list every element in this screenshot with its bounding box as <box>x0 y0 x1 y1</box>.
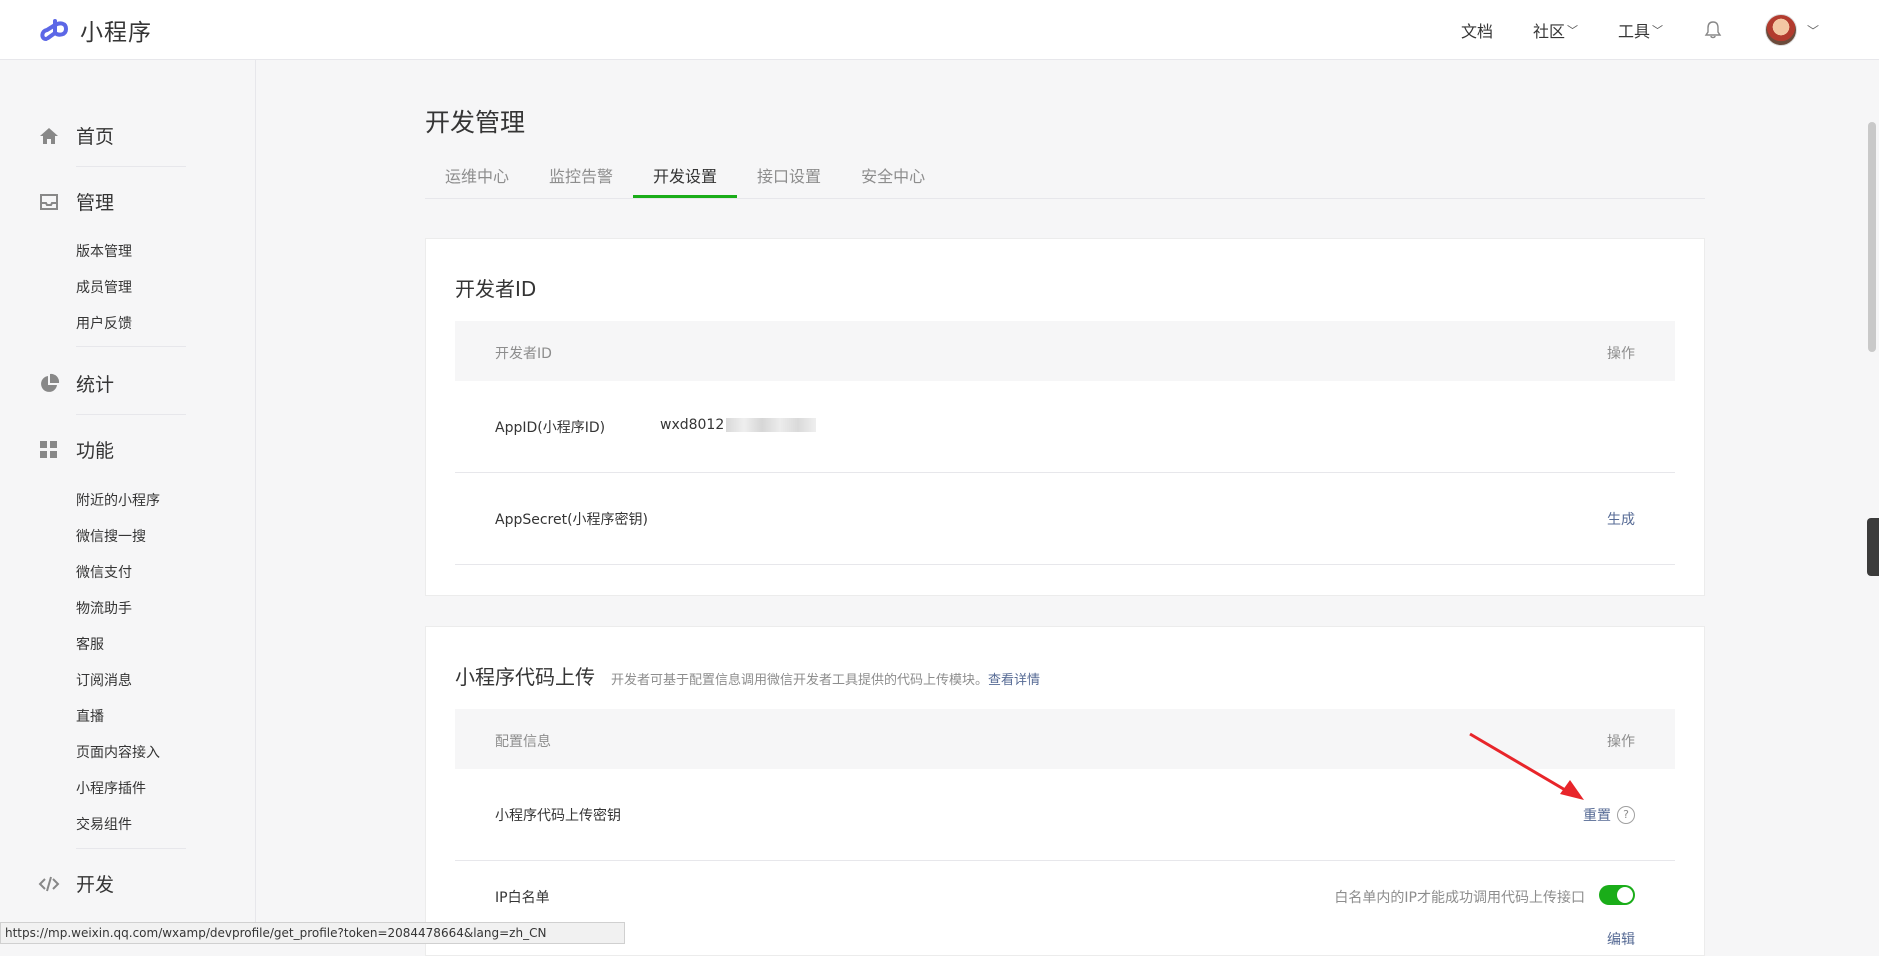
top-nav: 文档 社区 ﹀ 工具 ﹀ ﹀ <box>1461 0 1879 60</box>
app-name: 小程序 <box>80 20 152 46</box>
chevron-down-icon[interactable]: ﹀ <box>1807 22 1819 39</box>
card-title: 小程序代码上传 <box>455 665 595 689</box>
tab-bar: 运维中心 监控告警 开发设置 接口设置 安全中心 <box>425 158 1705 199</box>
tab-dev-settings[interactable]: 开发设置 <box>633 158 738 198</box>
tab-security[interactable]: 安全中心 <box>841 158 945 198</box>
card-title-row: 小程序代码上传 开发者可基于配置信息调用微信开发者工具提供的代码上传模块。查看详… <box>455 661 1040 690</box>
sidebar-item-label: 开发 <box>76 874 115 896</box>
top-bar: 小程序 文档 社区 ﹀ 工具 ﹀ ﹀ <box>0 0 1879 60</box>
sidebar-item-pay[interactable]: 微信支付 <box>76 562 132 582</box>
table-header: 开发者ID 操作 <box>455 321 1675 381</box>
appid-text: wxd8012 <box>660 417 725 433</box>
sidebar-item-service[interactable]: 客服 <box>76 634 104 654</box>
divider <box>76 166 186 167</box>
chevron-down-icon: ﹀ <box>1566 24 1578 37</box>
tab-monitor[interactable]: 监控告警 <box>529 158 633 198</box>
page-title: 开发管理 <box>425 108 526 137</box>
sidebar-item-versions[interactable]: 版本管理 <box>76 241 132 261</box>
table-row: AppID(小程序ID) wxd8012 <box>455 381 1675 473</box>
divider <box>76 848 186 849</box>
appid-label: AppID(小程序ID) <box>495 420 606 436</box>
tab-ops[interactable]: 运维中心 <box>425 158 529 198</box>
appid-value[interactable]: wxd8012 <box>660 417 817 433</box>
sidebar-item-members[interactable]: 成员管理 <box>76 277 132 297</box>
sidebar-item-stats[interactable]: 统计 <box>38 370 114 397</box>
sidebar-item-label: 管理 <box>76 192 115 214</box>
sidebar-item-trade[interactable]: 交易组件 <box>76 814 132 834</box>
ip-whitelist-note: 白名单内的IP才能成功调用代码上传接口 <box>1334 890 1585 906</box>
appsecret-label: AppSecret(小程序密钥) <box>495 512 649 528</box>
card-title: 开发者ID <box>455 277 537 301</box>
chevron-down-icon: ﹀ <box>1651 24 1663 37</box>
sidebar-item-feedback[interactable]: 用户反馈 <box>76 313 132 333</box>
home-icon <box>40 127 58 144</box>
edit-ip-whitelist-link[interactable]: 编辑 <box>1607 929 1635 949</box>
developer-id-card: 开发者ID 开发者ID 操作 AppID(小程序ID) wxd8012 AppS… <box>425 238 1705 596</box>
sidebar-item-search[interactable]: 微信搜一搜 <box>76 526 146 546</box>
sidebar: 首页 管理 版本管理 成员管理 用户反馈 统计 功能 附近的小程序 微信搜一搜 … <box>0 60 256 944</box>
sidebar-item-subscribe[interactable]: 订阅消息 <box>76 670 132 690</box>
sidebar-item-label: 首页 <box>76 126 115 148</box>
table-row: AppSecret(小程序密钥) 生成 <box>455 473 1675 565</box>
sidebar-item-home[interactable]: 首页 <box>38 122 114 149</box>
sidebar-item-dev[interactable]: 开发 <box>38 870 114 897</box>
nav-docs-label: 文档 <box>1460 22 1493 41</box>
card-description: 开发者可基于配置信息调用微信开发者工具提供的代码上传模块。查看详情 <box>611 669 1040 688</box>
column-header: 操作 <box>1607 346 1635 362</box>
sidebar-item-live[interactable]: 直播 <box>76 706 104 726</box>
reset-key-action: 重置 ? <box>1583 805 1635 825</box>
annotation-arrow <box>1469 732 1584 800</box>
details-link[interactable]: 查看详情 <box>988 673 1040 688</box>
bell-icon[interactable] <box>1703 20 1723 40</box>
nav-community-label: 社区 <box>1532 22 1565 41</box>
redacted-block <box>726 418 817 432</box>
sidebar-item-plugins[interactable]: 小程序插件 <box>76 778 146 798</box>
upload-key-label: 小程序代码上传密钥 <box>495 808 621 824</box>
grid-icon <box>40 440 57 458</box>
sidebar-item-nearby[interactable]: 附近的小程序 <box>76 490 160 510</box>
code-icon <box>38 876 60 891</box>
logo[interactable]: 小程序 <box>38 13 152 47</box>
sidebar-item-content[interactable]: 页面内容接入 <box>76 742 160 762</box>
column-header: 操作 <box>1607 734 1635 750</box>
side-panel-handle[interactable] <box>1867 518 1879 576</box>
table-row: IP白名单 白名单内的IP才能成功调用代码上传接口 编辑 <box>455 861 1675 953</box>
scrollbar-thumb[interactable] <box>1868 122 1876 352</box>
column-header: 配置信息 <box>495 734 551 750</box>
sidebar-item-manage[interactable]: 管理 <box>38 188 114 215</box>
ip-whitelist-toggle[interactable] <box>1599 885 1635 905</box>
miniprogram-logo-icon <box>40 19 69 41</box>
generate-secret-link[interactable]: 生成 <box>1607 509 1635 529</box>
pie-chart-icon <box>41 373 60 392</box>
ip-whitelist-label: IP白名单 <box>495 890 550 906</box>
sidebar-item-features[interactable]: 功能 <box>38 436 114 463</box>
nav-docs[interactable]: 文档 <box>1461 18 1493 42</box>
sidebar-item-label: 功能 <box>76 440 115 462</box>
sidebar-item-logistics[interactable]: 物流助手 <box>76 598 132 618</box>
help-icon[interactable]: ? <box>1617 806 1635 824</box>
description-text: 开发者可基于配置信息调用微信开发者工具提供的代码上传模块。 <box>611 673 989 688</box>
divider <box>76 414 186 415</box>
sidebar-item-label: 统计 <box>76 374 115 396</box>
status-url: https://mp.weixin.qq.com/wxamp/devprofil… <box>0 922 625 944</box>
inbox-icon <box>40 193 58 210</box>
vertical-scrollbar[interactable] <box>1865 60 1879 944</box>
nav-community[interactable]: 社区 ﹀ <box>1533 18 1578 42</box>
avatar[interactable] <box>1764 14 1797 46</box>
nav-tools[interactable]: 工具 ﹀ <box>1618 18 1663 42</box>
divider <box>76 346 186 347</box>
nav-tools-label: 工具 <box>1617 22 1650 41</box>
column-header: 开发者ID <box>495 346 552 362</box>
tab-api-settings[interactable]: 接口设置 <box>737 158 841 198</box>
reset-key-link[interactable]: 重置 <box>1583 805 1611 825</box>
